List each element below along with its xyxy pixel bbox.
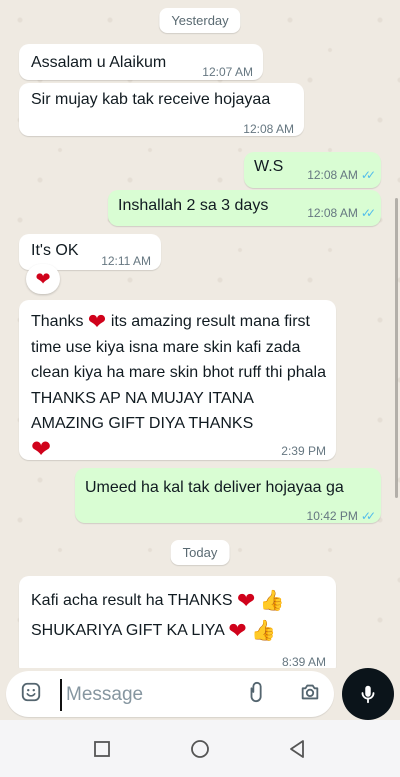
- android-navigation-bar: [0, 720, 400, 777]
- message-time: 8:39 AM: [281, 655, 326, 668]
- message-text: Umeed ha kal tak deliver hojayaa ga: [85, 479, 344, 496]
- back-button[interactable]: [287, 738, 309, 760]
- message-bubble-incoming[interactable]: Thanks ❤ its amazing result mana first t…: [19, 300, 336, 462]
- heart-reaction-icon: ❤: [35, 269, 51, 289]
- heart-emoji-icon: ❤: [31, 435, 52, 463]
- message-bubble-incoming[interactable]: Kafi acha result ha THANKS ❤ 👍 SHUKARIYA…: [19, 576, 336, 668]
- message-bubble-outgoing[interactable]: Inshallah 2 sa 3 days 12:08 AM ✓✓: [108, 190, 381, 226]
- thumbs-up-emoji-icon: 👍: [251, 620, 277, 643]
- heart-emoji-icon: ❤: [237, 588, 256, 613]
- message-text-block: Thanks ❤ its amazing result mana first t…: [31, 309, 327, 462]
- message-time: 12:07 AM: [202, 65, 253, 79]
- camera-icon[interactable]: [297, 681, 323, 707]
- microphone-icon: [361, 685, 375, 704]
- microphone-button[interactable]: [342, 668, 394, 720]
- read-receipt-icon: ✓✓: [360, 509, 376, 523]
- message-time: 2:39 PM: [281, 444, 326, 458]
- date-chip-yesterday: Yesterday: [159, 8, 241, 33]
- message-text: SHUKARIYA GIFT KA LIYA: [31, 622, 224, 640]
- message-text: Kafi acha result ha THANKS: [31, 592, 233, 610]
- heart-emoji-icon: ❤: [228, 618, 247, 644]
- thumbs-up-emoji-icon: 👍: [259, 590, 285, 612]
- message-text: Inshallah 2 sa 3 days: [118, 197, 269, 214]
- sticker-icon[interactable]: [18, 681, 44, 707]
- message-text-block: Kafi acha result ha THANKS ❤ 👍 SHUKARIYA…: [31, 586, 331, 646]
- message-composer: [0, 668, 400, 720]
- date-chip-today: Today: [170, 540, 230, 565]
- home-button[interactable]: [189, 738, 211, 760]
- reaction-badge[interactable]: ❤: [26, 264, 60, 294]
- message-bubble-outgoing[interactable]: W.S 12:08 AM ✓✓: [244, 152, 381, 188]
- message-time: 12:08 AM: [307, 206, 358, 220]
- chat-area[interactable]: Yesterday Assalam u Alaikum 12:07 AM Sir…: [0, 0, 400, 668]
- read-receipt-icon: ✓✓: [360, 168, 376, 182]
- message-input[interactable]: [60, 679, 238, 711]
- message-text: Assalam u Alaikum: [31, 54, 167, 71]
- read-receipt-icon: ✓✓: [360, 206, 376, 220]
- message-text: W.S: [254, 158, 284, 175]
- message-text: its amazing result mana first time use k…: [31, 313, 326, 433]
- message-time: 10:42 PM: [306, 509, 358, 523]
- message-time: 12:08 AM: [243, 122, 294, 136]
- recents-button[interactable]: [91, 738, 113, 760]
- paperclip-icon[interactable]: [244, 681, 270, 707]
- message-text: It's OK: [31, 242, 79, 259]
- message-text: Thanks: [31, 313, 84, 330]
- heart-emoji-icon: ❤: [87, 309, 107, 335]
- scrollbar[interactable]: [395, 198, 398, 498]
- message-time: 12:08 AM: [307, 168, 358, 182]
- message-time: 12:11 AM: [101, 254, 151, 268]
- message-bubble-incoming[interactable]: Sir mujay kab tak receive hojayaa 12:08 …: [19, 83, 304, 136]
- message-text: Sir mujay kab tak receive hojayaa: [31, 91, 271, 108]
- message-input-container: [6, 671, 334, 717]
- message-bubble-outgoing[interactable]: Umeed ha kal tak deliver hojayaa ga 10:4…: [75, 468, 381, 523]
- message-bubble-incoming[interactable]: Assalam u Alaikum 12:07 AM: [19, 44, 263, 80]
